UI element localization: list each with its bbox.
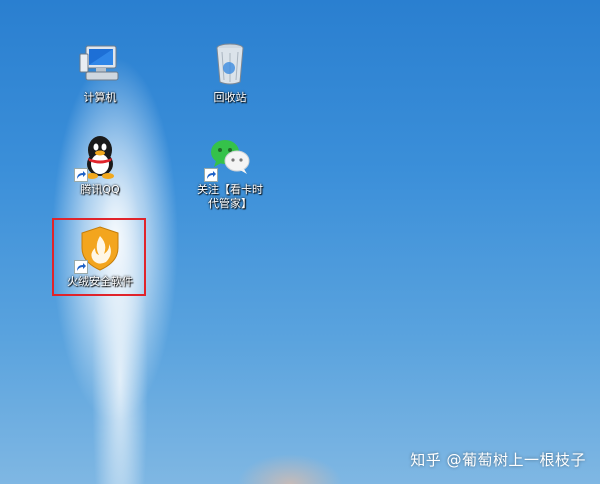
desktop-icon-recycle-bin[interactable]: 回收站 [182,40,278,105]
computer-icon [76,40,124,88]
shortcut-arrow-icon [74,260,88,274]
recycle-bin-icon [206,40,254,88]
desktop-icon-huorong[interactable]: 火绒安全软件 [52,224,148,289]
desktop-icon-wechat[interactable]: 关注【看卡时 代管家】 [182,132,278,211]
icon-label: 火绒安全软件 [67,275,133,288]
desktop-icon-computer[interactable]: 计算机 [52,40,148,105]
wechat-icon [204,132,254,182]
icon-label: 关注【看卡时 代管家】 [197,183,263,210]
huorong-shield-icon [74,224,124,274]
watermark: 知乎 @葡萄树上一根枝子 [410,451,586,469]
desktop-icon-qq[interactable]: 腾讯QQ [52,132,148,197]
shortcut-arrow-icon [204,168,218,182]
qq-penguin-icon [74,132,124,182]
icon-label: 计算机 [83,91,117,104]
icon-label: 腾讯QQ [80,183,120,196]
icon-label: 回收站 [213,91,247,104]
shortcut-arrow-icon [74,168,88,182]
